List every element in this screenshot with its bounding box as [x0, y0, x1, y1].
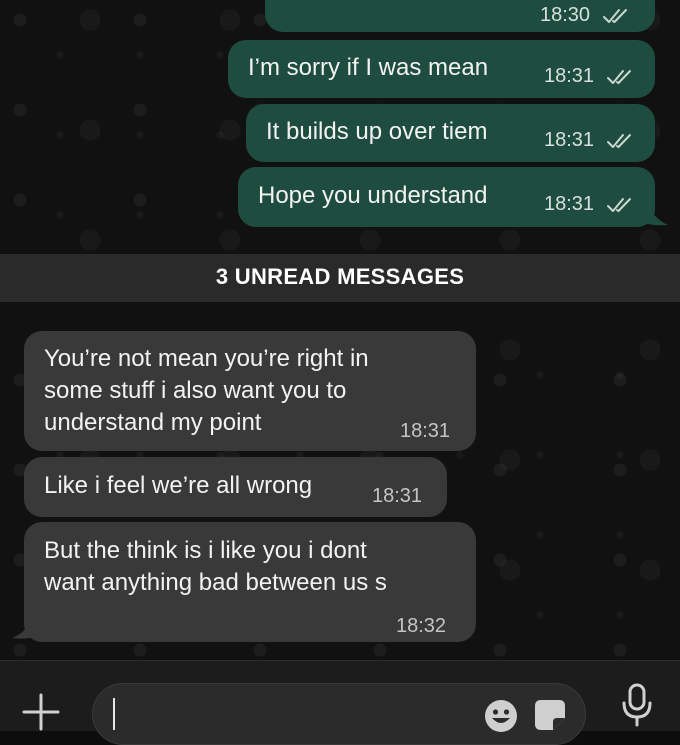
- incoming-message[interactable]: You’re not mean you’re right in some stu…: [24, 331, 476, 451]
- bubble-tail: [12, 606, 36, 639]
- message-text: Hope you understand: [258, 182, 488, 209]
- emoji-icon[interactable]: [483, 698, 519, 734]
- microphone-icon[interactable]: [620, 683, 654, 727]
- sticker-icon[interactable]: [533, 698, 567, 732]
- double-check-icon: [602, 8, 627, 23]
- outgoing-message[interactable]: It builds up over tiem 18:31: [246, 104, 655, 162]
- chat-area: 18:30 I’m sorry if I was mean 18:31 It b…: [0, 0, 680, 660]
- message-text: It builds up over tiem: [266, 118, 488, 145]
- message-time: 18:31: [544, 124, 636, 156]
- message-time: 18:32: [396, 615, 447, 637]
- plus-icon[interactable]: [20, 691, 62, 733]
- message-time: 18:31: [372, 485, 423, 507]
- message-text: I’m sorry if I was mean: [248, 54, 489, 81]
- double-check-icon: [606, 133, 631, 148]
- message-input[interactable]: [92, 683, 586, 745]
- outgoing-message[interactable]: I’m sorry if I was mean 18:31: [228, 40, 655, 98]
- incoming-message[interactable]: But the think is i like you i dont want …: [24, 522, 476, 642]
- double-check-icon: [606, 197, 631, 212]
- message-time: 18:31: [544, 188, 636, 220]
- message-text: Like i feel we’re all wrong: [44, 472, 313, 499]
- message-text: But the think is i like you i dont want …: [44, 537, 387, 596]
- text-cursor: [113, 698, 115, 730]
- bubble-tail: [644, 195, 668, 226]
- double-check-icon: [606, 69, 631, 84]
- message-time: 18:30: [540, 0, 632, 31]
- outgoing-message[interactable]: 18:30: [265, 0, 655, 32]
- outgoing-message[interactable]: Hope you understand 18:31: [238, 167, 655, 227]
- message-text: You’re not mean you’re right in some stu…: [44, 345, 369, 436]
- message-time: 18:31: [400, 420, 451, 442]
- message-time: 18:31: [544, 60, 636, 92]
- message-composer: [0, 660, 680, 745]
- incoming-message[interactable]: Like i feel we’re all wrong 18:31: [24, 457, 447, 517]
- unread-divider: 3 UNREAD MESSAGES: [0, 254, 680, 302]
